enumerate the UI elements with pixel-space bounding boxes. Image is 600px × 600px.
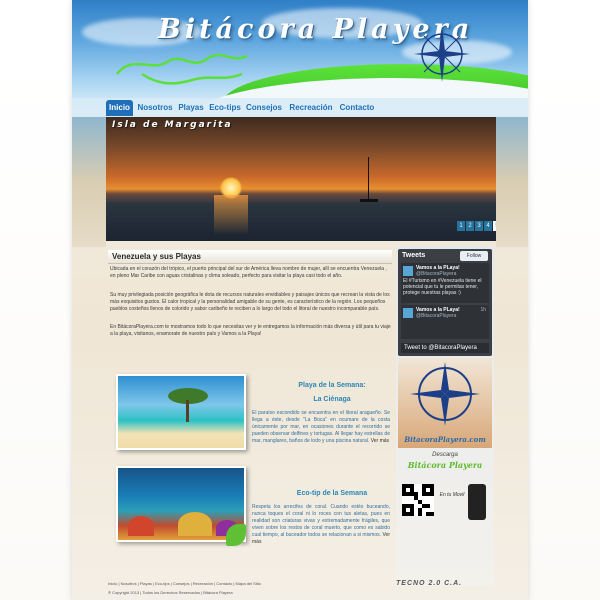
sun-reflection	[214, 195, 248, 235]
nav-inicio[interactable]: Inicio	[106, 100, 133, 116]
main-nav: Inicio Nosotros Playas Eco-tips Consejos…	[72, 98, 528, 118]
feature1-heading: Playa de la Semana:	[298, 382, 366, 389]
nav-recreacion[interactable]: Recreación	[286, 100, 336, 116]
section-heading: Venezuela y sus Playas	[108, 250, 392, 264]
page: Bitácora Playera Inicio Nosotros Playas …	[72, 0, 528, 600]
mobile-label: En tu Movil	[439, 492, 465, 498]
feature1-more-link[interactable]: Ver más	[371, 438, 389, 444]
avatar	[403, 266, 413, 276]
feature2-heading: Eco-tip de la Semana	[296, 490, 368, 497]
slide-page-button-current[interactable]: 5	[493, 221, 496, 231]
slide-page-button[interactable]: 3	[475, 221, 483, 231]
tweet-handle: @BitacoraPlayera	[416, 271, 457, 277]
footer-brand-logo[interactable]: TECNO 2.0 C.A.	[396, 580, 462, 587]
sailboat-icon	[368, 157, 369, 199]
leaf-icon	[226, 524, 246, 546]
twitter-widget: Tweets Follow Vamos a la PLaya! @Bitacor…	[398, 249, 492, 356]
side-banner-site-name: BitacoraPlayera.com	[404, 435, 486, 444]
smartphone-icon	[468, 484, 486, 520]
hero-slideshow[interactable]: Isla de Margarita 1 2 3 4 5 6 7 8 9	[106, 117, 496, 241]
tweet-handle: @BitacoraPlayera	[416, 313, 457, 319]
tweet-to-link[interactable]: Tweet to @BitacoraPlayera	[401, 343, 489, 353]
coral-shape	[128, 516, 154, 536]
tweet-item[interactable]: Vamos a la PLaya! @BitacoraPlayera El #T…	[401, 263, 489, 303]
slide-page-button[interactable]: 4	[484, 221, 492, 231]
coral-shape	[178, 512, 212, 536]
twitter-follow-button[interactable]: Follow	[460, 251, 488, 261]
nav-playas[interactable]: Playas	[176, 100, 206, 116]
tweet-text: El #Turismo en #Venezuela tiene el poten…	[403, 278, 482, 296]
venezuela-map-icon	[116, 53, 248, 85]
nav-eco-tips[interactable]: Eco-tips	[208, 100, 242, 116]
feature2-text: Respeta los arrecifes de coral. Cuando e…	[252, 504, 390, 546]
footer-links[interactable]: Inicio | Nosotros | Playas | Eco-tips | …	[108, 581, 261, 586]
intro-paragraph: En BitácoraPlayera.com te mostramos todo…	[110, 324, 391, 337]
beach-edge-left	[72, 117, 106, 247]
avatar	[403, 308, 413, 318]
qr-code-icon[interactable]	[402, 484, 434, 516]
sailboat-hull	[360, 199, 378, 202]
feature1-text: El paraíso escondido se encuentra en el …	[252, 410, 390, 445]
slide-title: Isla de Margarita	[112, 120, 233, 130]
nav-nosotros[interactable]: Nosotros	[136, 100, 174, 116]
twitter-title: Tweets	[402, 252, 426, 259]
intro-paragraph: Su muy privilegiada posición geográfica …	[110, 292, 390, 312]
feature1-subheading: La Ciénaga	[313, 396, 351, 403]
footer-copyright: ® Copyright 2013 | Todos los Derechos Re…	[108, 590, 233, 595]
feature2-description: Respeta los arrecifes de coral. Cuando e…	[252, 504, 390, 538]
slide-pager: 1 2 3 4 5 6 7 8 9	[456, 221, 496, 231]
slide-page-button[interactable]: 2	[466, 221, 474, 231]
app-name: Bitácora Playera	[407, 460, 483, 470]
nav-consejos[interactable]: Consejos	[244, 100, 284, 116]
playa-de-la-semana-image[interactable]	[116, 374, 246, 450]
download-label: Descarga	[432, 452, 458, 458]
nav-contacto[interactable]: Contacto	[338, 100, 376, 116]
slide-page-button[interactable]: 1	[457, 221, 465, 231]
tweet-item[interactable]: Vamos a la PLaya! @BitacoraPlayera 1h	[401, 305, 489, 339]
compass-rose-icon	[410, 362, 480, 426]
tweet-time: 1h	[480, 307, 486, 313]
intro-paragraph: Ubicada en el corazón del trópico, el pu…	[110, 266, 387, 279]
feature1-description: El paraíso escondido se encuentra en el …	[252, 410, 390, 444]
beach-edge-right	[496, 117, 528, 247]
tree-trunk	[186, 400, 189, 422]
compass-rose-icon	[414, 26, 470, 82]
